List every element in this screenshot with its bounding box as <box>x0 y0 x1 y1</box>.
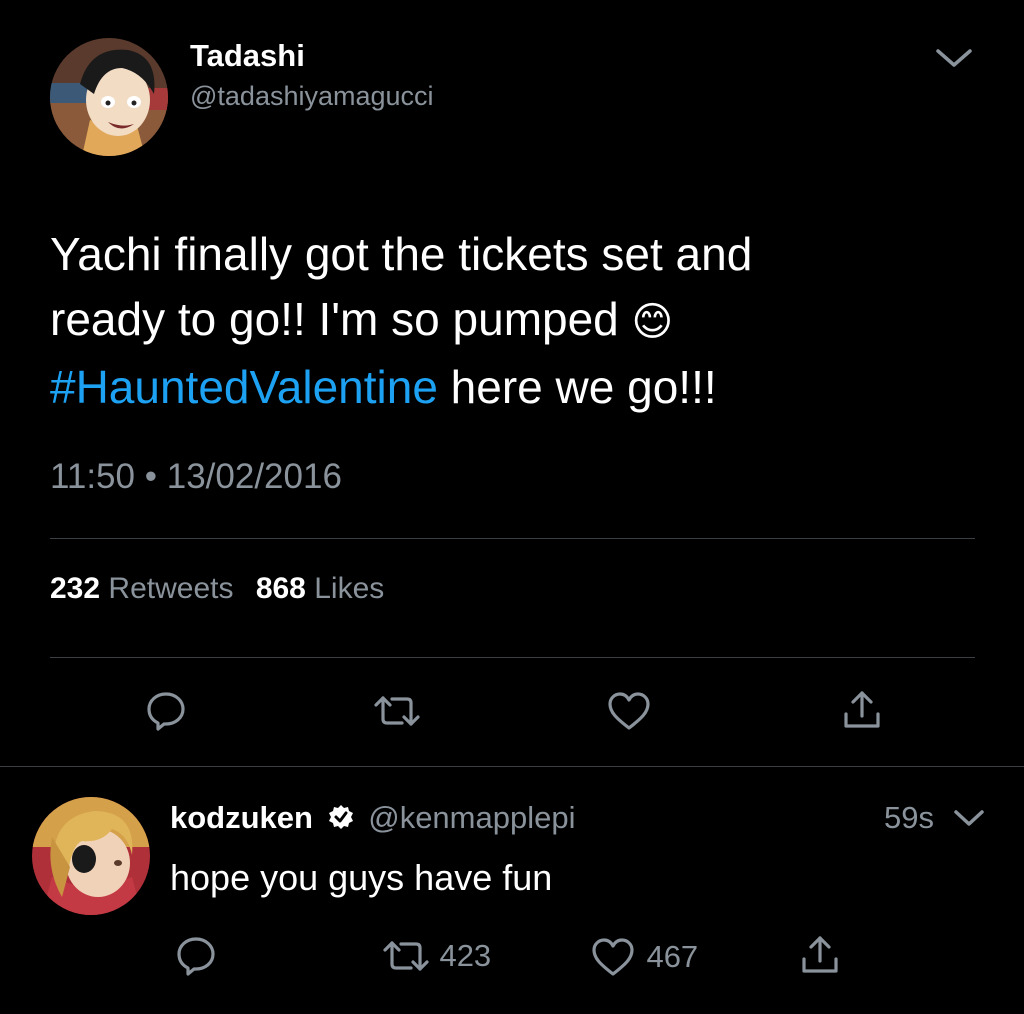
retweet-icon[interactable] <box>372 691 422 731</box>
tweet-text-line-3-text: here we go!!! <box>437 361 717 413</box>
share-icon[interactable] <box>840 688 884 732</box>
likes-count: 868 <box>255 572 306 605</box>
tweet-text-line-3: #HauntedValentine here we go!!! <box>50 355 970 420</box>
reply-icon[interactable] <box>174 934 218 978</box>
timestamp-separator: • <box>144 457 157 496</box>
tweet-timestamp: 11:50 • 13/02/2016 <box>50 456 342 498</box>
reply-author-name[interactable]: kodzuken <box>170 800 313 835</box>
chevron-down-icon[interactable] <box>934 45 974 71</box>
reply-icon[interactable] <box>144 689 188 733</box>
reply-text: hope you guys have fun <box>170 857 553 898</box>
tweet-text-line-1: Yachi finally got the tickets set and <box>50 228 753 280</box>
heart-icon <box>590 936 636 978</box>
reply-author-handle[interactable]: @kenmapplepi <box>368 800 575 835</box>
author-name[interactable]: Tadashi <box>190 38 305 74</box>
tweet-stats: 232 Retweets 868 Likes <box>50 571 384 607</box>
reply-time-ago: 59s <box>884 800 934 835</box>
divider <box>50 657 975 658</box>
reply-like-count: 467 <box>646 939 699 974</box>
reply-author-avatar[interactable] <box>32 797 150 915</box>
smiling-face-emoji: 😊 <box>631 300 674 344</box>
hashtag-link[interactable]: #HauntedValentine <box>50 361 438 413</box>
author-avatar[interactable] <box>50 38 168 156</box>
section-divider <box>0 766 1024 767</box>
tweet-date: 13/02/2016 <box>166 457 342 496</box>
tweet-text-line-2: ready to go!! I'm so pumped 😊 <box>50 287 970 355</box>
likes-label: Likes <box>314 572 385 605</box>
tweet-time: 11:50 <box>50 457 135 496</box>
tweet-text-line-2-text: ready to go!! I'm so pumped <box>50 293 619 345</box>
likes-stat[interactable]: 868 Likes <box>256 572 384 605</box>
reply-like-button[interactable]: 467 <box>590 936 698 976</box>
reply-retweet-count: 423 <box>439 938 492 973</box>
verified-badge-icon <box>328 804 354 830</box>
retweet-icon <box>381 936 431 976</box>
share-icon[interactable] <box>798 933 842 977</box>
retweets-count: 232 <box>50 572 101 605</box>
reply-header: kodzuken @kenmapplepi <box>170 800 575 836</box>
heart-icon[interactable] <box>606 690 652 732</box>
retweets-stat[interactable]: 232 Retweets <box>50 572 242 605</box>
tweet-text: Yachi finally got the tickets set and re… <box>50 222 970 420</box>
divider <box>50 538 975 539</box>
author-handle[interactable]: @tadashiyamagucci <box>190 80 434 112</box>
reply-retweet-button[interactable]: 423 <box>381 936 491 976</box>
retweets-label: Retweets <box>108 572 234 605</box>
chevron-down-icon[interactable] <box>952 806 986 830</box>
